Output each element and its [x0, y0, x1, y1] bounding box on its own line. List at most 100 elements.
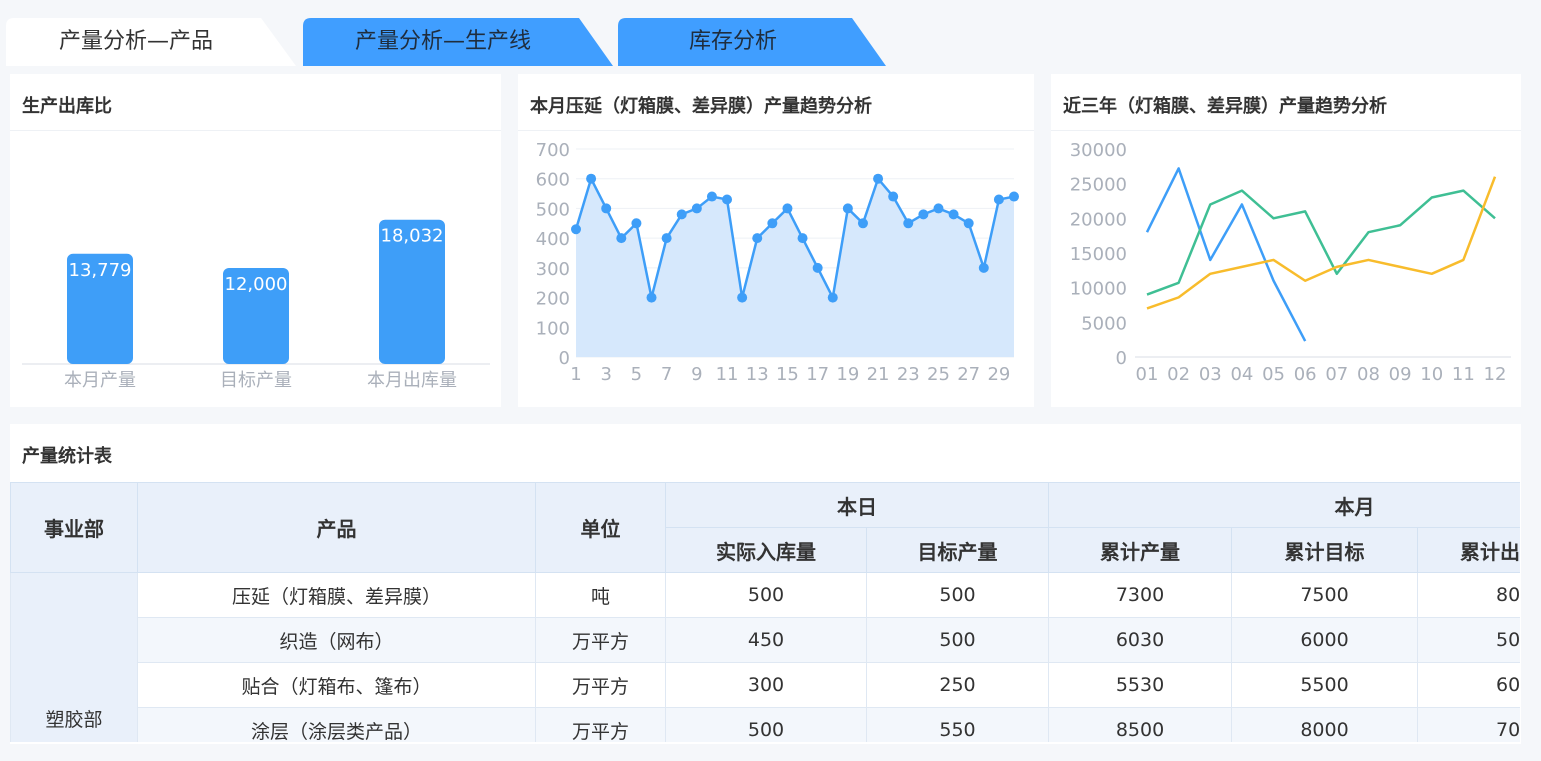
cell-product: 压延（灯箱膜、差异膜） — [137, 572, 536, 618]
tab-production-line[interactable]: 产量分析—生产线 — [303, 18, 613, 66]
area-x-tick: 25 — [927, 364, 950, 385]
table-row: 塑胶部 压延（灯箱膜、差异膜） 吨 500 500 7300 7500 80 — [10, 572, 1520, 742]
cell-actual: 300 — [665, 662, 867, 708]
area-x-tick: 5 — [631, 364, 642, 385]
bar-value-label: 12,000 — [225, 274, 288, 295]
table-row: 贴合（灯箱布、篷布） 万平方 300 250 5530 5500 60 — [11, 662, 1520, 708]
area-point — [782, 203, 793, 214]
header-month-cum-target: 累计目标 — [1231, 527, 1418, 573]
line-y-tick: 5000 — [1081, 313, 1127, 334]
area-x-tick: 13 — [746, 364, 769, 385]
line-y-tick: 20000 — [1070, 209, 1127, 230]
area-x-tick: 7 — [661, 364, 672, 385]
area-x-tick: 15 — [776, 364, 799, 385]
cell-cum-target: 6000 — [1231, 617, 1418, 663]
line-x-tick: 06 — [1294, 364, 1317, 385]
ratio-bar-chart: 13,779 本月产量 12,000 目标产量 18,032 本月出库量 — [22, 219, 490, 391]
dept-cell: 塑胶部 — [10, 572, 138, 742]
cell-cum-out: 60 — [1416, 662, 1520, 708]
area-point — [888, 191, 899, 202]
header-month: 本月 — [1047, 482, 1520, 528]
header-unit: 单位 — [535, 482, 666, 573]
line-x-tick: 04 — [1230, 364, 1253, 385]
cell-product: 织造（网布） — [137, 617, 536, 663]
cell-cum-output: 7300 — [1048, 572, 1232, 618]
cell-product: 贴合（灯箱布、篷布） — [137, 662, 536, 708]
area-y-tick: 200 — [536, 289, 570, 310]
area-x-tick: 3 — [600, 364, 611, 385]
cell-unit: 万平方 — [535, 707, 666, 742]
tab-inventory[interactable]: 库存分析 — [618, 18, 888, 66]
cell-cum-target: 8000 — [1231, 707, 1418, 742]
line-y-tick: 30000 — [1070, 140, 1127, 161]
area-point — [933, 203, 944, 214]
area-x-tick: 11 — [716, 364, 739, 385]
area-point — [812, 262, 823, 273]
line-x-tick: 10 — [1420, 364, 1443, 385]
cell-cum-output: 6030 — [1048, 617, 1232, 663]
area-y-tick: 400 — [536, 229, 570, 250]
cell-actual: 500 — [665, 572, 867, 618]
cell-target: 550 — [866, 707, 1049, 742]
area-y-tick: 100 — [536, 318, 570, 339]
line-x-tick: 07 — [1325, 364, 1348, 385]
area-fill — [576, 178, 1014, 357]
area-point — [797, 233, 808, 244]
line-y-tick: 10000 — [1070, 279, 1127, 300]
line-y-tick: 0 — [1116, 348, 1127, 369]
cell-cum-out: 70 — [1416, 707, 1520, 742]
cell-target: 250 — [866, 662, 1049, 708]
month-trend-panel: 本月压延（灯箱膜、差异膜）产量趋势分析 0 100 200 300 400 500 600 7… — [518, 74, 1034, 407]
header-dept: 事业部 — [10, 482, 138, 573]
cell-target: 500 — [866, 572, 1049, 618]
line-y-tick: 25000 — [1070, 175, 1127, 196]
area-point — [1009, 191, 1019, 202]
cell-product: 涂层（涂层类产品） — [137, 707, 536, 742]
cell-actual: 450 — [665, 617, 867, 663]
area-point — [646, 292, 657, 303]
area-point — [873, 173, 884, 184]
tab-product[interactable]: 产量分析—产品 — [6, 18, 296, 66]
area-y-tick: 700 — [536, 140, 570, 161]
area-y-tick: 600 — [536, 170, 570, 191]
line-x-tick: 08 — [1357, 364, 1380, 385]
bar-category-label: 目标产量 — [220, 370, 292, 391]
bar-value-label: 13,779 — [69, 260, 132, 281]
line-series — [1145, 167, 1307, 342]
area-point — [616, 233, 627, 244]
area-y-tick: 500 — [536, 199, 570, 220]
output-table-wrap[interactable]: 事业部 产品 单位 本日 本月 实际入库量 目标产量 累计产量 累计目标 累计出… — [10, 482, 1520, 742]
area-point — [571, 224, 581, 235]
cell-cum-output: 8500 — [1048, 707, 1232, 742]
cell-unit: 万平方 — [535, 617, 666, 663]
line-x-tick: 01 — [1136, 364, 1159, 385]
area-point — [691, 203, 702, 214]
area-point — [722, 194, 733, 205]
bar-category-label: 本月产量 — [64, 370, 136, 391]
area-point — [631, 218, 642, 229]
cell-cum-target: 7500 — [1231, 572, 1418, 618]
output-table: 事业部 产品 单位 本日 本月 实际入库量 目标产量 累计产量 累计目标 累计出… — [10, 482, 1520, 742]
line-x-tick: 05 — [1262, 364, 1285, 385]
cell-cum-output: 5530 — [1048, 662, 1232, 708]
cell-unit: 万平方 — [535, 662, 666, 708]
area-y-tick: 300 — [536, 259, 570, 280]
area-x-tick: 17 — [806, 364, 829, 385]
area-point — [827, 292, 838, 303]
cell-unit: 吨 — [535, 572, 666, 618]
output-table-title: 产量统计表 — [22, 446, 112, 467]
area-point — [737, 292, 748, 303]
line-x-tick: 02 — [1167, 364, 1190, 385]
area-point — [842, 203, 853, 214]
line-y-tick: 15000 — [1070, 244, 1127, 265]
area-point — [963, 218, 974, 229]
area-point — [601, 203, 612, 214]
line-x-tick: 12 — [1484, 364, 1507, 385]
area-x-tick: 23 — [897, 364, 920, 385]
header-today: 本日 — [665, 482, 1049, 528]
area-x-tick: 29 — [987, 364, 1010, 385]
area-point — [767, 218, 778, 229]
area-x-tick: 27 — [957, 364, 980, 385]
month-trend-chart: 01002003004005006007001 3 5 7 9 11 13 15 17 19 21 2… — [536, 140, 1019, 385]
year-trend-chart: 0 5000 10000 15000 20000 25000 30000 01 02 03 04 05… — [1070, 140, 1511, 385]
